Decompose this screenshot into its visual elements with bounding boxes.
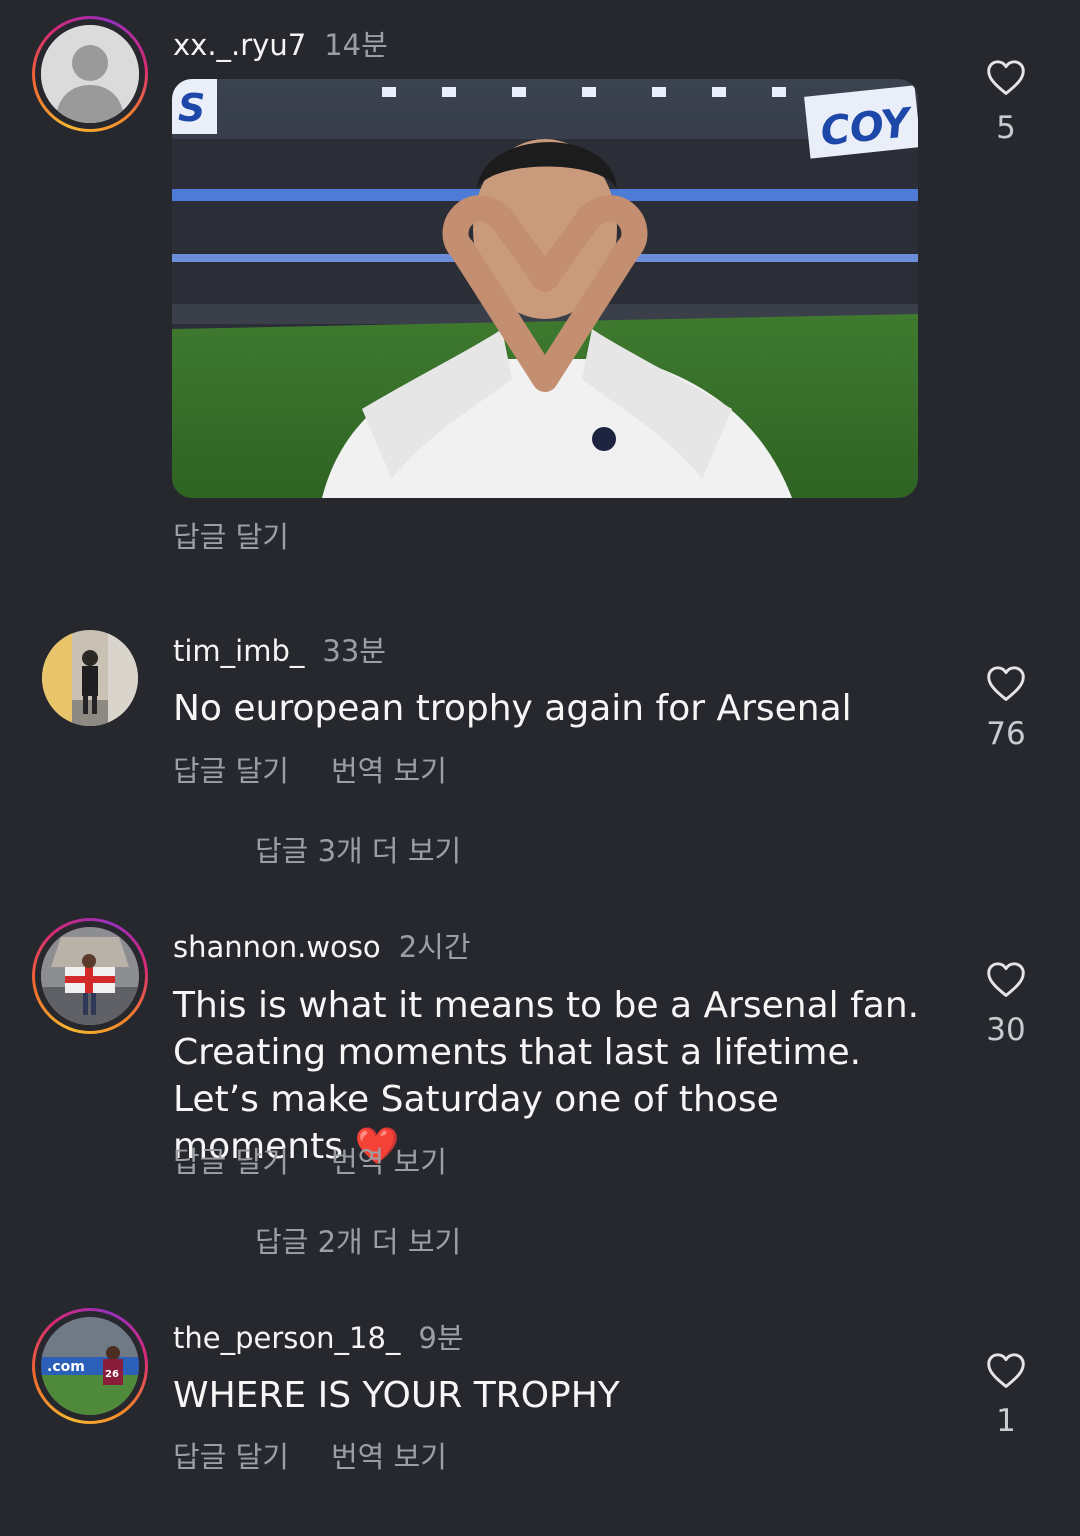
svg-text:COY: COY xyxy=(818,100,916,156)
comment-actions: 답글 달기 번역 보기 xyxy=(173,1139,447,1181)
svg-text:.com: .com xyxy=(47,1359,85,1375)
like-count: 76 xyxy=(986,716,1026,752)
avatar[interactable] xyxy=(32,16,148,132)
username[interactable]: xx._.ryu7 xyxy=(173,28,306,62)
reply-button[interactable]: 답글 달기 xyxy=(173,520,289,554)
avatar[interactable]: .com 26 xyxy=(32,1308,148,1424)
heart-outline-icon[interactable] xyxy=(985,58,1027,96)
comment-username-line: the_person_18_ 9분 xyxy=(173,1315,464,1357)
reply-button[interactable]: 답글 달기 xyxy=(173,1440,289,1474)
reply-button[interactable]: 답글 달기 xyxy=(173,754,289,788)
like-count: 30 xyxy=(986,1012,1026,1048)
like-count: 5 xyxy=(996,110,1016,146)
translate-button[interactable]: 번역 보기 xyxy=(331,754,447,788)
like-button[interactable]: 30 xyxy=(976,960,1036,1048)
comment-text: WHERE IS YOUR TROPHY xyxy=(173,1375,620,1416)
comment-username-line: tim_imb_ 33분 xyxy=(173,628,386,670)
like-button[interactable]: 1 xyxy=(976,1351,1036,1439)
comment-actions: 답글 달기 번역 보기 xyxy=(173,748,447,790)
translate-button[interactable]: 번역 보기 xyxy=(331,1145,447,1179)
like-count: 1 xyxy=(996,1403,1016,1439)
heart-outline-icon[interactable] xyxy=(985,664,1027,702)
timestamp: 33분 xyxy=(322,634,386,668)
comment-actions: 답글 달기 xyxy=(173,514,289,556)
footballer-photo-icon: .com 26 xyxy=(41,1317,139,1415)
heart-outline-icon[interactable] xyxy=(985,1351,1027,1389)
avatar[interactable] xyxy=(32,918,148,1034)
timestamp: 9분 xyxy=(418,1321,464,1355)
avatar[interactable] xyxy=(42,630,138,726)
comment-username-line: xx._.ryu7 14분 xyxy=(173,22,388,64)
heart-outline-icon[interactable] xyxy=(985,960,1027,998)
heart-hands-image: S COY xyxy=(172,79,918,498)
like-button[interactable]: 5 xyxy=(976,58,1036,146)
comment-text: No european trophy again for Arsenal xyxy=(173,688,852,729)
default-avatar-icon xyxy=(41,25,139,123)
svg-text:S: S xyxy=(178,86,205,130)
username[interactable]: tim_imb_ xyxy=(173,634,304,668)
person-photo-icon xyxy=(42,630,138,726)
username[interactable]: shannon.woso xyxy=(173,930,381,964)
comment-actions: 답글 달기 번역 보기 xyxy=(173,1434,447,1476)
person-photo-icon xyxy=(41,927,139,1025)
timestamp: 2시간 xyxy=(398,930,471,964)
translate-button[interactable]: 번역 보기 xyxy=(331,1440,447,1474)
view-more-replies-button[interactable]: 답글 2개 더 보기 xyxy=(255,1219,461,1261)
svg-text:26: 26 xyxy=(105,1369,119,1380)
username[interactable]: the_person_18_ xyxy=(173,1321,400,1355)
reply-button[interactable]: 답글 달기 xyxy=(173,1145,289,1179)
comment-username-line: shannon.woso 2시간 xyxy=(173,924,471,966)
view-more-replies-button[interactable]: 답글 3개 더 보기 xyxy=(255,828,461,870)
comment-gif[interactable]: S COY xyxy=(172,79,918,498)
like-button[interactable]: 76 xyxy=(976,664,1036,752)
timestamp: 14분 xyxy=(324,28,388,62)
